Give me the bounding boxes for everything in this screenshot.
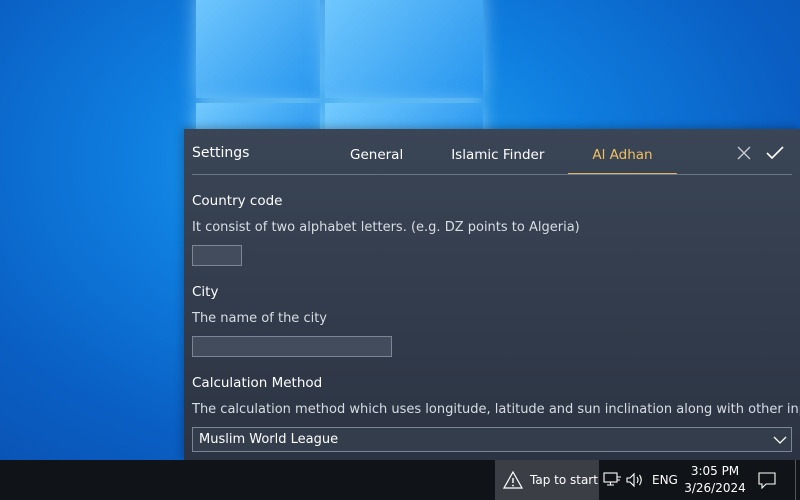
panel-title: Settings xyxy=(192,145,250,161)
calculation-method-selected: Muslim World League xyxy=(199,432,339,447)
calculation-method-description: The calculation method which uses longit… xyxy=(192,402,800,417)
language-indicator[interactable]: ENG xyxy=(652,473,678,487)
country-code-input[interactable] xyxy=(192,245,242,266)
settings-panel: Settings General Islamic Finder Al Adhan… xyxy=(184,129,800,460)
clock-time: 3:05 PM xyxy=(690,464,740,478)
city-input[interactable] xyxy=(192,336,392,357)
country-code-label: Country code xyxy=(192,193,283,209)
city-description: The name of the city xyxy=(192,311,327,326)
chevron-down-icon xyxy=(773,436,787,444)
clock-date: 3/26/2024 xyxy=(684,481,746,495)
tab-al-adhan[interactable]: Al Adhan xyxy=(568,129,677,175)
tab-general[interactable]: General xyxy=(330,129,427,175)
windows-logo-pane-top-left xyxy=(196,0,320,98)
close-icon xyxy=(737,146,751,160)
calculation-method-dropdown[interactable]: Muslim World League xyxy=(192,427,792,452)
tab-islamic-finder[interactable]: Islamic Finder xyxy=(427,129,568,175)
warning-icon xyxy=(503,470,523,489)
tap-to-start-label: Tap to start xyxy=(530,473,598,487)
country-code-description: It consist of two alphabet letters. (e.g… xyxy=(192,220,580,235)
taskbar: Tap to start ENG 3:05 PM 3/26/2024 xyxy=(0,460,800,500)
header-divider xyxy=(192,174,792,175)
accept-button[interactable] xyxy=(765,143,785,163)
show-desktop-button[interactable] xyxy=(795,460,796,500)
tap-to-start-button[interactable]: Tap to start xyxy=(495,460,599,500)
tab-bar: General Islamic Finder Al Adhan xyxy=(330,129,677,175)
notification-icon[interactable] xyxy=(757,471,777,489)
calculation-method-label: Calculation Method xyxy=(192,375,323,391)
windows-logo-pane-top-right xyxy=(325,0,483,98)
city-label: City xyxy=(192,284,219,300)
checkmark-icon xyxy=(766,146,784,160)
clock[interactable]: 3:05 PM 3/26/2024 xyxy=(682,463,748,497)
close-button[interactable] xyxy=(734,143,754,163)
volume-icon[interactable] xyxy=(625,471,645,489)
network-icon[interactable] xyxy=(602,471,622,489)
